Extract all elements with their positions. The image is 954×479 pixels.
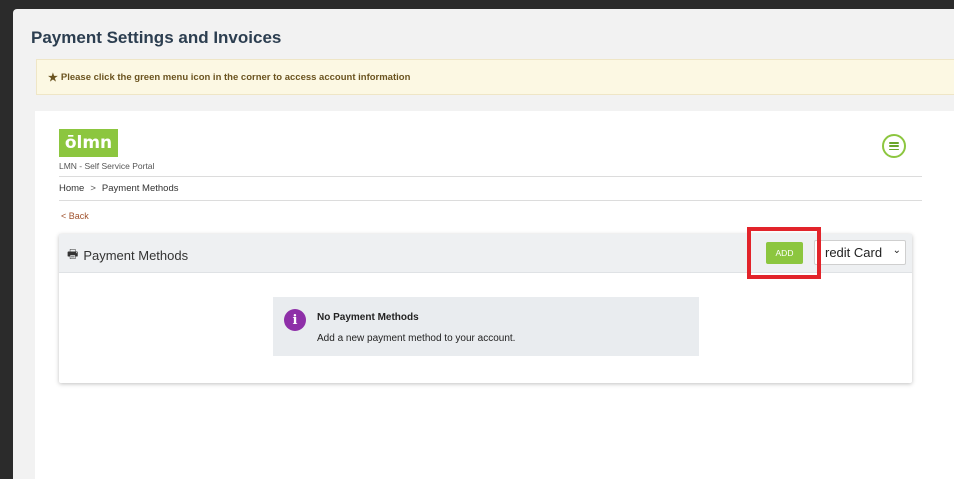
divider [59,176,922,177]
page: Payment Settings and Invoices ★ Please c… [13,9,954,479]
breadcrumb-current: Payment Methods [101,183,179,194]
breadcrumb: Home > Payment Methods [59,183,178,194]
notice-text: Please click the green menu icon in the … [60,71,411,83]
empty-state-message: Add a new payment method to your account… [317,333,516,344]
select-value: redit Card [825,245,883,260]
hamburger-icon [889,142,899,150]
breadcrumb-separator: > [90,183,96,194]
panel-title-label: Payment Methods [83,248,189,263]
divider [59,200,922,201]
empty-state-title: No Payment Methods [317,312,419,323]
menu-icon[interactable] [882,134,906,158]
payment-type-select[interactable]: redit Card ⌄ [814,240,906,265]
back-link[interactable]: < Back [61,211,89,221]
portal-frame: ōlmn LMN - Self Service Portal Home > Paym… [35,111,954,479]
payment-icon: 🖶 [67,247,79,261]
panel-header: 🖶 Payment Methods redit Card ⌄ ADD [59,227,912,279]
lmn-logo: ōlmn [59,129,118,157]
panel-title: 🖶 Payment Methods [67,245,188,266]
chevron-down-icon: ⌄ [892,245,901,256]
breadcrumb-home[interactable]: Home [59,183,84,194]
portal-name: LMN - Self Service Portal [59,161,155,171]
star-icon: ★ [48,71,58,84]
highlight-box [747,227,821,279]
empty-state-alert: i No Payment Methods Add a new payment m… [273,297,699,356]
info-icon: i [284,309,306,331]
notice-banner: ★ Please click the green menu icon in th… [36,59,954,95]
page-title: Payment Settings and Invoices [31,28,282,47]
payment-methods-panel: 🖶 Payment Methods redit Card ⌄ ADD i No … [59,227,912,383]
